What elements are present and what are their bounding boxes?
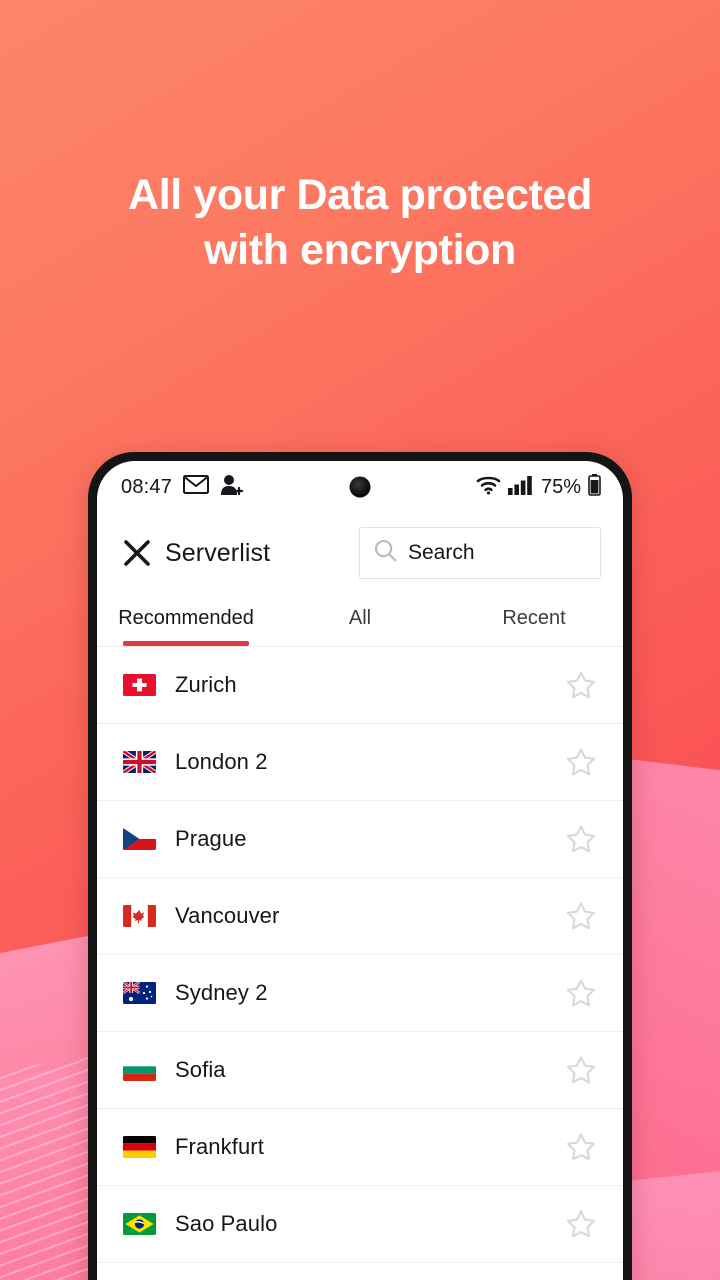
phone-mockup: 08:47 75% Serverlist Search Recommended … — [88, 452, 632, 1280]
status-bar-right: 75% — [476, 473, 601, 501]
signal-bars-icon — [507, 475, 534, 500]
star-outline-icon[interactable] — [565, 1054, 597, 1086]
table-row[interactable]: London 2 — [97, 724, 623, 801]
status-bar: 08:47 75% — [97, 461, 623, 513]
tab-bar: Recommended All Recent — [97, 595, 623, 646]
tab-recommended[interactable]: Recommended — [99, 595, 273, 646]
bulgaria-flag-icon — [123, 1059, 156, 1081]
star-outline-icon[interactable] — [565, 1131, 597, 1163]
table-row[interactable]: Sofia — [97, 1032, 623, 1109]
server-city-label: Frankfurt — [175, 1134, 264, 1159]
promo-headline: All your Data protected with encryption — [0, 168, 720, 278]
switzerland-flag-icon — [123, 674, 156, 696]
server-city-label: Prague — [175, 826, 247, 851]
page-title: Serverlist — [165, 538, 271, 567]
table-row[interactable]: Zurich — [97, 647, 623, 724]
germany-flag-icon — [123, 1136, 156, 1158]
battery-percent-label: 75% — [540, 475, 581, 498]
close-icon[interactable] — [123, 539, 151, 567]
brazil-flag-icon — [123, 1213, 156, 1235]
table-row[interactable]: Sydney 2 — [97, 955, 623, 1032]
camera-punch-hole — [349, 476, 371, 498]
search-icon — [374, 539, 397, 567]
star-outline-icon[interactable] — [565, 977, 597, 1009]
phone-screen: 08:47 75% Serverlist Search Recommended … — [97, 461, 623, 1280]
tab-recent[interactable]: Recent — [447, 595, 621, 646]
tab-all[interactable]: All — [273, 595, 447, 646]
table-row[interactable]: Sao Paulo — [97, 1186, 623, 1263]
server-city-label: Sydney 2 — [175, 980, 268, 1005]
server-city-label: Sao Paulo — [175, 1211, 278, 1236]
star-outline-icon[interactable] — [565, 900, 597, 932]
server-city-label: Vancouver — [175, 903, 280, 928]
server-list: Zurich London 2 Prague Vancouver Sydney … — [97, 647, 623, 1263]
wifi-icon — [476, 474, 501, 500]
status-time: 08:47 — [121, 475, 173, 498]
status-bar-left: 08:47 — [121, 474, 244, 501]
star-outline-icon[interactable] — [565, 669, 597, 701]
server-city-label: Zurich — [175, 672, 237, 697]
czech-republic-flag-icon — [123, 828, 156, 850]
promo-headline-line-2: with encryption — [204, 226, 516, 275]
united-kingdom-flag-icon — [123, 751, 156, 773]
search-input-text: Search — [408, 541, 475, 564]
server-city-label: Sofia — [175, 1057, 226, 1082]
star-outline-icon[interactable] — [565, 823, 597, 855]
search-input[interactable]: Search — [359, 527, 601, 579]
promo-headline-line-1: All your Data protected — [128, 171, 592, 219]
table-row[interactable]: Frankfurt — [97, 1109, 623, 1186]
server-city-label: London 2 — [175, 749, 268, 774]
australia-flag-icon — [123, 982, 156, 1004]
mail-icon — [183, 475, 210, 499]
table-row[interactable]: Prague — [97, 801, 623, 878]
app-header: Serverlist Search — [97, 513, 623, 595]
table-row[interactable]: Vancouver — [97, 878, 623, 955]
canada-flag-icon — [123, 905, 156, 927]
battery-icon — [588, 473, 601, 501]
star-outline-icon[interactable] — [565, 746, 597, 778]
star-outline-icon[interactable] — [565, 1208, 597, 1240]
contact-add-icon — [220, 474, 244, 501]
